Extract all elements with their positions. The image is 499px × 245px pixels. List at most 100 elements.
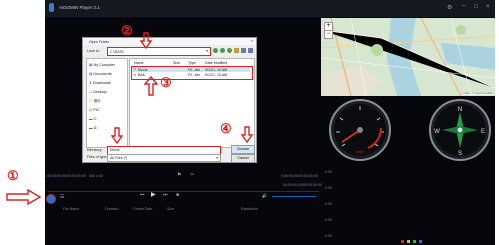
indicator-blue bbox=[419, 240, 422, 243]
flag-icon[interactable]: ⚑ bbox=[177, 172, 181, 178]
stop-button[interactable]: ■ bbox=[176, 192, 179, 198]
data-panel: 0.00 0.00 0.00 0.00 0.00 bbox=[321, 170, 495, 245]
annotation-arrow-1 bbox=[6, 189, 42, 205]
col-date-modified: Date Modified bbox=[205, 61, 228, 65]
computer-icon: ▣ bbox=[89, 63, 93, 67]
sidebar-item-documents[interactable]: ▤ Documents bbox=[89, 72, 112, 76]
sidebar-item-pic[interactable]: ▤ PIC bbox=[89, 108, 99, 112]
map-attribution: Leaflet | © OpenStreetMap bbox=[462, 92, 493, 95]
list-icon[interactable]: ☰ bbox=[60, 194, 64, 200]
annotation-3: ③ bbox=[160, 75, 172, 90]
timeline-time-right: 0:00:00:00/00:00:00:00 bbox=[281, 174, 318, 178]
sidebar-item-drive-c[interactable]: ▬ C: bbox=[89, 117, 97, 121]
volume-control[interactable]: 🔊 bbox=[262, 193, 320, 199]
indicator-red bbox=[401, 240, 404, 243]
compass-gauge: N S W E bbox=[429, 99, 491, 161]
look-in-select[interactable]: C:\DATA ▾ bbox=[107, 47, 211, 56]
app-logo-icon bbox=[49, 3, 54, 12]
file-date: 9/1/21, 10 AM bbox=[205, 73, 228, 77]
volume-icon: 🔊 bbox=[262, 193, 267, 198]
status-indicators bbox=[401, 240, 431, 243]
timeline-mid: 000 x:00 bbox=[89, 174, 103, 178]
play-button[interactable]: ▶ bbox=[151, 191, 156, 198]
folder-icon: ▤ bbox=[89, 72, 93, 76]
annotation-arrow-3 bbox=[144, 76, 158, 96]
volume-slider[interactable] bbox=[272, 196, 316, 197]
dropdown-arrow-icon: ▾ bbox=[206, 49, 208, 53]
col-type: Type bbox=[188, 61, 196, 65]
file-name: Movie bbox=[138, 67, 148, 72]
sidebar-item-desktop[interactable]: ▭ Desktop bbox=[89, 90, 107, 94]
readout-5: 0.00 bbox=[325, 234, 332, 238]
col-size: Size bbox=[167, 207, 174, 211]
maximize-button[interactable]: □ bbox=[474, 4, 478, 10]
annotation-arrow-2 bbox=[140, 32, 152, 49]
annotation-arrow-4 bbox=[241, 126, 253, 143]
readout-2: 0.00 bbox=[325, 186, 332, 190]
map-view[interactable]: + − Leaflet | © OpenStreetMap bbox=[321, 18, 495, 96]
readout-3: 0.00 bbox=[325, 202, 332, 206]
file-row[interactable]: ▤ Movie Fil...der 9/1/21, 10 AM bbox=[132, 67, 250, 72]
col-name: Name bbox=[134, 61, 144, 65]
annotation-1: ① bbox=[7, 168, 19, 183]
col-size: Size bbox=[173, 61, 180, 65]
settings-icon[interactable]: ⚙ bbox=[447, 4, 452, 11]
dialog-close-button[interactable]: × bbox=[251, 39, 253, 43]
window-title: AIDOMIN Player 2.1 bbox=[59, 5, 100, 10]
file-date: 9/1/21, 10 AM bbox=[205, 67, 228, 72]
dialog-title: Open Folder bbox=[89, 39, 109, 44]
folder-icon: ▤ bbox=[133, 67, 137, 71]
readout-1: 0.00 bbox=[325, 170, 332, 174]
sidebar-item-my-computer[interactable]: ▣ My Computer bbox=[89, 63, 115, 67]
sidebar-item-drive-d[interactable]: ▬ D: bbox=[89, 126, 97, 130]
directory-value: Movie bbox=[110, 148, 120, 152]
file-type: Fil...der bbox=[188, 67, 200, 72]
readout-4: 0.00 bbox=[325, 218, 332, 222]
map-tiles bbox=[321, 18, 495, 96]
sidebar-item-downloads[interactable]: ⬇ Downloads bbox=[89, 81, 111, 85]
directory-label: Directory: bbox=[87, 148, 103, 152]
scissors-icon[interactable]: ✂ bbox=[190, 172, 194, 178]
list-view-icon[interactable] bbox=[241, 48, 246, 53]
minimize-button[interactable]: – bbox=[462, 3, 465, 9]
timeline-time-right-2: 00:00:00:00/00:00:00:00 bbox=[283, 183, 322, 187]
type-label: Files of type: bbox=[87, 155, 108, 159]
open-folder-button[interactable] bbox=[46, 194, 56, 204]
close-button[interactable]: × bbox=[486, 4, 490, 10]
forward-icon[interactable] bbox=[220, 48, 225, 53]
timeline-bar: 00:00:00:00/00:00:00:00 000 x:00 ⚑ ✂ 0:0… bbox=[45, 172, 321, 180]
up-icon[interactable] bbox=[227, 48, 232, 53]
next-button[interactable]: ⏭ bbox=[163, 192, 168, 198]
folder-icon: ▤ bbox=[89, 99, 93, 103]
new-folder-icon[interactable] bbox=[234, 48, 239, 53]
sidebar-item-music[interactable]: ▤ 音乐 bbox=[89, 99, 101, 104]
col-resolution: Resolution bbox=[241, 207, 258, 211]
file-type-select[interactable]: All Files (*) ▾ bbox=[107, 154, 221, 162]
svg-text:E: E bbox=[481, 129, 485, 135]
timeline-time-left: 00:00:00:00/00:00:00:00 bbox=[47, 174, 86, 178]
download-icon: ⬇ bbox=[89, 81, 93, 85]
back-icon[interactable] bbox=[213, 48, 218, 53]
nav-toolbar bbox=[213, 47, 253, 54]
look-in-label: Look in: bbox=[87, 49, 100, 53]
svg-text:S: S bbox=[458, 151, 462, 157]
look-in-value: C:\DATA bbox=[110, 49, 124, 54]
file-list: Name Size Type Date Modified ▤ Movie Fil… bbox=[129, 58, 255, 148]
annotation-2: ② bbox=[121, 23, 133, 38]
annotation-arrow-dir bbox=[111, 127, 123, 144]
dialog-title-bar: Open Folder × bbox=[83, 38, 256, 45]
drive-icon: ▬ bbox=[89, 126, 93, 130]
speed-unit-label: km/h bbox=[356, 150, 364, 154]
indicator-green bbox=[413, 240, 416, 243]
detail-view-icon[interactable] bbox=[248, 48, 253, 53]
file-table-header: File Name Duration Create Date Size Reso… bbox=[45, 205, 321, 213]
col-duration: Duration bbox=[105, 207, 119, 211]
cancel-button[interactable]: Cancel bbox=[231, 153, 255, 163]
zoom-out-button[interactable]: − bbox=[324, 30, 333, 39]
svg-text:W: W bbox=[434, 129, 440, 135]
title-bar: AIDOMIN Player 2.1 ⚙ – □ × bbox=[45, 0, 495, 17]
indicator-yellow bbox=[407, 240, 410, 243]
prev-button[interactable]: ⏮ bbox=[140, 192, 145, 198]
transport-controls: ⏮ ▶ ⏭ ■ bbox=[140, 192, 200, 200]
open-folder-dialog: Open Folder × Look in: C:\DATA ▾ ▣ My Co… bbox=[82, 37, 257, 163]
